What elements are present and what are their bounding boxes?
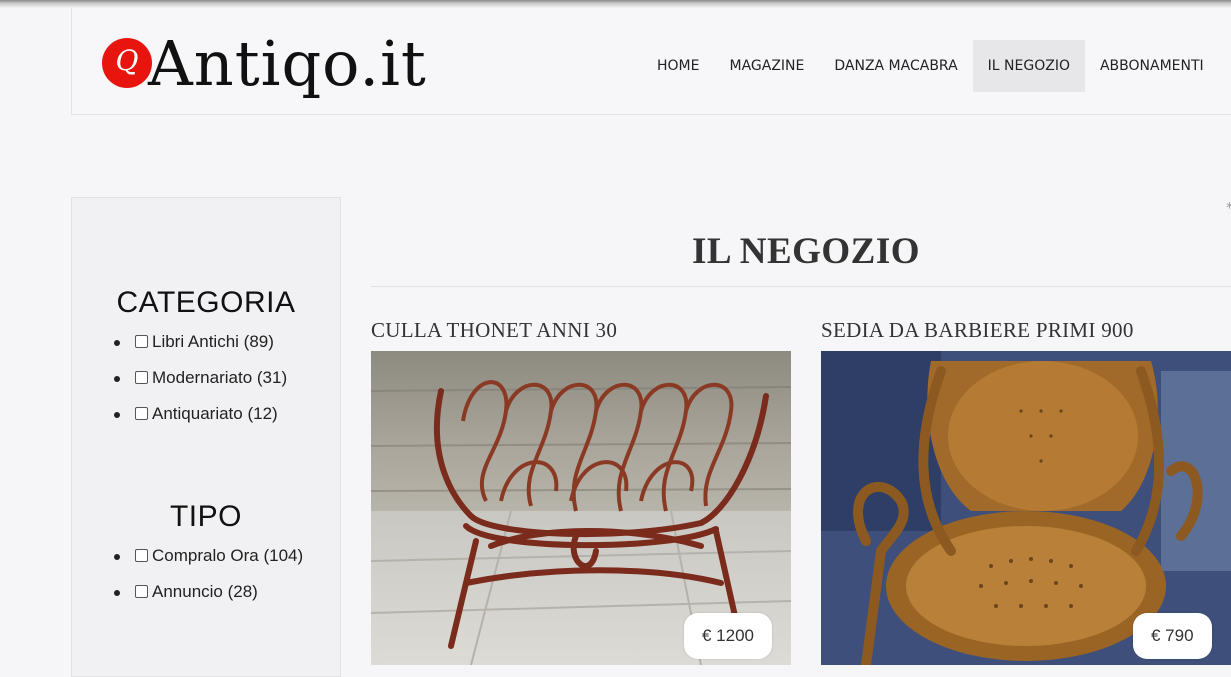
bullet	[114, 590, 120, 596]
site-name: Antiqo.it	[148, 27, 427, 100]
checkbox[interactable]	[135, 370, 148, 384]
logo-letter: Q	[115, 44, 139, 77]
page-title: IL NEGOZIO	[691, 231, 921, 272]
checkbox[interactable]	[135, 334, 148, 348]
bullet	[114, 554, 120, 560]
filter-label: Antiquariato (12)	[152, 404, 278, 423]
filter-option[interactable]: Modernariato (31)	[114, 360, 340, 396]
filter-label: Libri Antichi (89)	[152, 332, 274, 351]
filter-label: Compralo Ora (104)	[152, 546, 304, 565]
site-logo[interactable]: Q Antiqo.it	[102, 33, 427, 103]
bullet	[114, 412, 120, 418]
nav-magazine[interactable]: MAGAZINE	[714, 40, 819, 92]
checkbox[interactable]	[135, 406, 148, 420]
categoria-list: Libri Antichi (89) Modernariato (31) Ant…	[72, 324, 340, 432]
title-divider	[371, 286, 1231, 287]
main-nav: HOME MAGAZINE DANZA MACABRA IL NEGOZIO A…	[642, 40, 1219, 92]
categoria-heading: CATEGORIA	[116, 286, 296, 319]
edge-mark: ⁎	[1226, 196, 1231, 212]
tipo-heading: TIPO	[169, 500, 242, 533]
product-title[interactable]: CULLA THONET ANNI 30	[371, 318, 617, 343]
filter-option[interactable]: Compralo Ora (104)	[114, 538, 340, 574]
filter-label: Annuncio (28)	[152, 582, 258, 601]
nav-abbonamenti[interactable]: ABBONAMENTI	[1085, 40, 1219, 92]
filter-option[interactable]: Libri Antichi (89)	[114, 324, 340, 360]
bullet	[114, 340, 120, 346]
browser-top-shadow	[0, 0, 1231, 8]
nav-home[interactable]: HOME	[642, 40, 714, 92]
filter-sidebar: CATEGORIA Libri Antichi (89) Modernariat…	[71, 197, 341, 677]
site-header: Q Antiqo.it HOME MAGAZINE DANZA MACABRA …	[71, 8, 1231, 115]
product-price: € 1200	[684, 613, 772, 659]
tipo-list: Compralo Ora (104) Annuncio (28)	[72, 538, 340, 610]
nav-danza-macabra[interactable]: DANZA MACABRA	[819, 40, 972, 92]
bullet	[114, 376, 120, 382]
logo-badge-icon: Q	[102, 38, 152, 88]
product-title[interactable]: SEDIA DA BARBIERE PRIMI 900	[821, 318, 1134, 343]
filter-option[interactable]: Annuncio (28)	[114, 574, 340, 610]
filter-option[interactable]: Antiquariato (12)	[114, 396, 340, 432]
checkbox[interactable]	[135, 548, 148, 562]
product-price: € 790	[1133, 613, 1212, 659]
nav-il-negozio[interactable]: IL NEGOZIO	[972, 40, 1085, 92]
checkbox[interactable]	[135, 584, 148, 598]
filter-label: Modernariato (31)	[152, 368, 288, 387]
